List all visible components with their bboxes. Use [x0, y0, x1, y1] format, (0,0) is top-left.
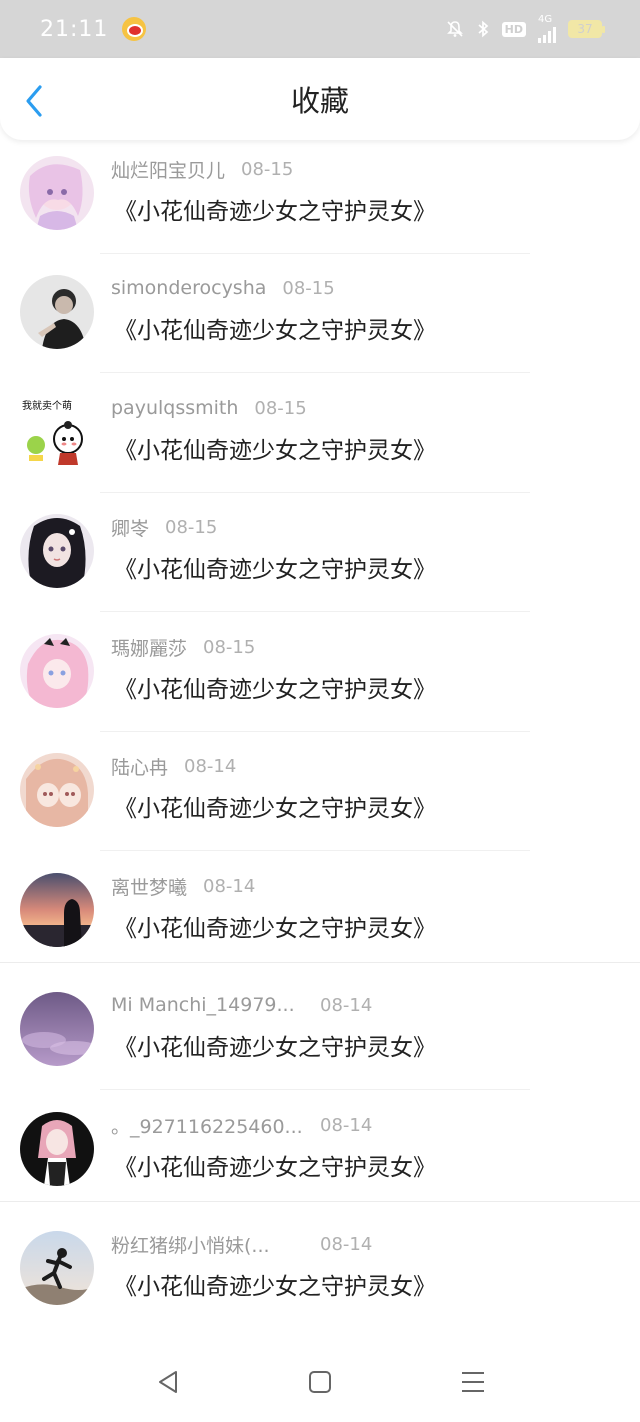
username: 卿岺 [111, 517, 150, 540]
date: 08-15 [254, 397, 307, 419]
favorites-list: 灿烂阳宝贝儿 08-15 《小花仙奇迹少女之守护灵女》 simonderocys… [0, 140, 640, 1340]
username: simonderocysha [111, 277, 267, 299]
avatar[interactable] [20, 634, 94, 708]
username: 离世梦曦 [111, 876, 188, 899]
date: 08-14 [320, 1114, 373, 1136]
avatar[interactable] [20, 156, 94, 230]
list-item[interactable]: 。_927116225460... 08-14 《小花仙奇迹少女之守护灵女》 [0, 1106, 640, 1226]
avatar-text: 我就卖个萌 [22, 399, 72, 412]
nav-back-icon[interactable] [154, 1368, 182, 1396]
system-nav-bar [0, 1340, 640, 1422]
date: 08-15 [241, 158, 294, 180]
username: 瑪娜麗莎 [111, 637, 188, 660]
list-item[interactable]: simonderocysha 08-15 《小花仙奇迹少女之守护灵女》 [0, 269, 640, 389]
battery-icon: 37 [568, 20, 605, 38]
list-item[interactable]: 我就卖个萌 payulqssmith 08-15 《小花仙奇迹少女之守护灵女》 [0, 389, 640, 509]
username: 。_927116225460... [111, 1115, 303, 1138]
avatar[interactable] [20, 992, 94, 1066]
username: payulqssmith [111, 397, 239, 419]
username: 粉红猪绑小悄妹(... [111, 1234, 270, 1257]
date: 08-15 [165, 516, 218, 538]
favorite-title: 《小花仙奇迹少女之守护灵女》 [114, 557, 436, 583]
avatar[interactable]: 我就卖个萌 [20, 395, 94, 469]
favorite-title: 《小花仙奇迹少女之守护灵女》 [114, 1274, 436, 1300]
username: 灿烂阳宝贝儿 [111, 159, 226, 182]
avatar[interactable] [20, 1112, 94, 1186]
date: 08-14 [320, 994, 373, 1016]
divider [100, 372, 530, 373]
date: 08-14 [320, 1233, 373, 1255]
status-time: 21:11 [40, 16, 109, 42]
avatar[interactable] [20, 873, 94, 947]
avatar[interactable] [20, 1231, 94, 1305]
nav-menu-icon[interactable] [459, 1368, 487, 1396]
favorite-title: 《小花仙奇迹少女之守护灵女》 [114, 199, 436, 225]
list-item[interactable]: 离世梦曦 08-14 《小花仙奇迹少女之守护灵女》 [0, 867, 640, 987]
date: 08-14 [184, 755, 237, 777]
divider [0, 962, 640, 963]
divider [100, 731, 530, 732]
avatar[interactable] [20, 753, 94, 827]
favorite-title: 《小花仙奇迹少女之守护灵女》 [114, 1155, 436, 1181]
username: Mi Manchi_14979... [111, 994, 295, 1016]
divider [100, 850, 530, 851]
date: 08-15 [282, 277, 335, 299]
divider [100, 253, 530, 254]
favorite-title: 《小花仙奇迹少女之守护灵女》 [114, 1035, 436, 1061]
back-arrow-icon[interactable] [22, 84, 52, 118]
list-item[interactable]: 陆心冉 08-14 《小花仙奇迹少女之守护灵女》 [0, 747, 640, 867]
list-item[interactable]: Mi Manchi_14979... 08-14 《小花仙奇迹少女之守护灵女》 [0, 986, 640, 1106]
page-title: 收藏 [290, 84, 349, 118]
username: 陆心冉 [111, 756, 169, 779]
divider [100, 611, 530, 612]
favorite-title: 《小花仙奇迹少女之守护灵女》 [114, 916, 436, 942]
divider [100, 492, 530, 493]
header-bar: 收藏 [0, 58, 640, 140]
list-item[interactable]: 瑪娜麗莎 08-15 《小花仙奇迹少女之守护灵女》 [0, 628, 640, 748]
avatar[interactable] [20, 514, 94, 588]
status-bar: 21:11 HD 4G 37 [0, 0, 640, 58]
avatar[interactable] [20, 275, 94, 349]
weibo-icon [122, 17, 147, 41]
date: 08-14 [203, 875, 256, 897]
date: 08-15 [203, 636, 256, 658]
bluetooth-icon [476, 20, 490, 38]
divider [100, 1089, 530, 1090]
battery-level: 37 [577, 22, 593, 36]
hd-badge: HD [501, 21, 526, 37]
status-icons: HD 4G 37 [446, 15, 605, 43]
signal-icon: 4G [538, 15, 556, 43]
favorite-title: 《小花仙奇迹少女之守护灵女》 [114, 796, 436, 822]
list-item[interactable]: 卿岺 08-15 《小花仙奇迹少女之守护灵女》 [0, 508, 640, 628]
divider [0, 1201, 640, 1202]
favorite-title: 《小花仙奇迹少女之守护灵女》 [114, 677, 436, 703]
nav-home-icon[interactable] [306, 1368, 334, 1396]
mute-bell-icon [446, 20, 464, 38]
list-item[interactable]: 粉红猪绑小悄妹(... 08-14 《小花仙奇迹少女之守护灵女》 [0, 1225, 640, 1340]
favorite-title: 《小花仙奇迹少女之守护灵女》 [114, 318, 436, 344]
network-type: 4G [538, 14, 553, 25]
list-item[interactable]: 灿烂阳宝贝儿 08-15 《小花仙奇迹少女之守护灵女》 [0, 150, 640, 270]
favorite-title: 《小花仙奇迹少女之守护灵女》 [114, 438, 436, 464]
